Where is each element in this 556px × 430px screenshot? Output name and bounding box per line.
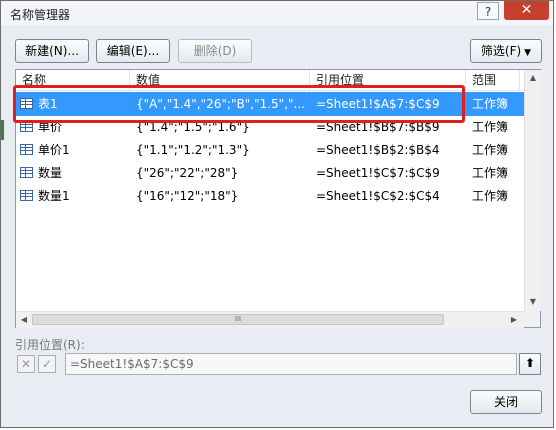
table-row[interactable]: 单价1 {"1.1";"1.2";"1.3"} =Sheet1!$B$2:$B$4 工… — [16, 138, 524, 162]
cell-refers-to: =Sheet1!$C$7:$C$9 — [316, 166, 440, 180]
header-scope[interactable]: 范围 — [466, 70, 520, 90]
background-strip — [1, 120, 4, 140]
cell-name: 数量 — [38, 166, 63, 180]
confirm-icon[interactable]: ✓ — [38, 355, 56, 373]
vertical-scrollbar[interactable]: ▲ ▼ — [524, 70, 541, 311]
refers-to-input[interactable]: =Sheet1!$A$7:$C$9 — [65, 353, 517, 375]
close-window-button[interactable]: ✕ — [504, 1, 549, 20]
edit-button[interactable]: 编辑(E)... — [96, 39, 170, 63]
cell-value: {"16";"12";"18"} — [136, 189, 239, 203]
table-row[interactable]: 数量 {"26";"22";"28"} =Sheet1!$C$7:$C$9 工作簿 — [16, 161, 524, 185]
cell-scope: 工作簿 — [472, 143, 509, 157]
scroll-corner — [524, 311, 540, 327]
cell-refers-to: =Sheet1!$B$2:$B$4 — [316, 143, 440, 157]
name-range-icon — [20, 190, 33, 201]
cell-value: {"1.1";"1.2";"1.3"} — [136, 143, 250, 157]
help-button[interactable]: ? — [477, 2, 499, 20]
cancel-icon[interactable]: ✕ — [17, 355, 35, 373]
table-row[interactable]: 数量1 {"16";"12";"18"} =Sheet1!$C$2:$C$4 工作簿 — [16, 184, 524, 208]
cell-refers-to: =Sheet1!$C$2:$C$4 — [316, 189, 440, 203]
filter-button[interactable]: 筛选(F) ▼ — [470, 39, 542, 63]
name-range-icon — [20, 167, 33, 178]
name-range-icon — [20, 144, 33, 155]
cell-scope: 工作簿 — [472, 189, 509, 203]
horizontal-scrollbar[interactable]: ◀ III ▶ — [16, 311, 524, 328]
scroll-right-icon[interactable]: ▶ — [506, 312, 522, 328]
cell-scope: 工作簿 — [472, 120, 509, 134]
collapse-dialog-icon[interactable]: ⬆ — [519, 353, 541, 375]
scroll-up-icon[interactable]: ▲ — [525, 70, 541, 86]
cell-scope: 工作簿 — [472, 97, 509, 111]
scroll-left-icon[interactable]: ◀ — [16, 312, 32, 328]
highlight-annotation — [13, 85, 465, 123]
name-manager-dialog: 名称管理器 ? ✕ 新建(N)... 编辑(E)... 删除(D) 筛选(F) ▼… — [0, 0, 554, 428]
close-button[interactable]: 关闭 — [470, 390, 542, 414]
title-bar: 名称管理器 ? ✕ — [1, 1, 553, 25]
cell-name: 数量1 — [38, 189, 70, 203]
new-button[interactable]: 新建(N)... — [15, 39, 89, 63]
scroll-thumb[interactable]: III — [32, 314, 444, 325]
delete-button[interactable]: 删除(D) — [178, 39, 252, 63]
filter-label: 筛选(F) — [480, 44, 522, 58]
cell-scope: 工作簿 — [472, 166, 509, 180]
chevron-down-icon: ▼ — [524, 48, 532, 58]
refers-to-label: 引用位置(R): — [15, 338, 85, 352]
cell-name: 单价1 — [38, 143, 70, 157]
cell-value: {"26";"22";"28"} — [136, 166, 239, 180]
dialog-title: 名称管理器 — [10, 8, 71, 22]
scroll-down-icon[interactable]: ▼ — [525, 294, 541, 310]
